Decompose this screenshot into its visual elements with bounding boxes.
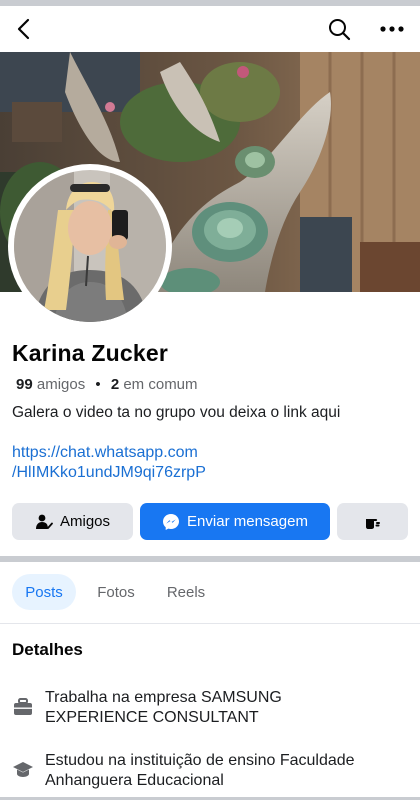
bio-link-line-2[interactable]: /HlIMKko1undJM9qi76zrpP	[12, 463, 206, 483]
separator-dot: •	[95, 376, 101, 393]
friends-summary[interactable]: 99 amigos • 2 em comum	[16, 376, 198, 393]
work-line-2: EXPERIENCE CONSULTANT	[45, 709, 259, 726]
tab-fotos[interactable]: Fotos	[86, 574, 146, 610]
education-line-1: Estudou na instituição de ensino Faculda…	[45, 752, 355, 769]
wave-button[interactable]	[337, 503, 408, 540]
mutual-friends-count: 2	[110, 376, 120, 393]
bio-link-line-1[interactable]: https://chat.whatsapp.com	[12, 443, 206, 463]
friends-button-label: Amigos	[59, 513, 111, 530]
profile-avatar[interactable]	[14, 170, 166, 322]
send-message-label: Enviar mensagem	[187, 513, 308, 530]
work-line-1: Trabalha na empresa SAMSUNG	[45, 689, 282, 706]
bio-link[interactable]: https://chat.whatsapp.com /HlIMKko1undJM…	[12, 443, 206, 483]
detail-work: Trabalha na empresa SAMSUNG EXPERIENCE C…	[12, 688, 412, 732]
profile-tabs: Posts Fotos Reels	[0, 562, 420, 624]
friends-count: 99	[16, 376, 33, 393]
top-navigation-bar	[0, 6, 420, 52]
tab-reels[interactable]: Reels	[156, 574, 216, 610]
mutual-friends-label: em comum	[123, 376, 198, 393]
back-arrow-icon[interactable]	[12, 16, 38, 42]
detail-education: Estudou na instituição de ensino Faculda…	[12, 751, 412, 795]
more-horizontal-icon[interactable]	[378, 16, 406, 42]
briefcase-icon	[14, 698, 32, 715]
details-heading: Detalhes	[12, 640, 83, 659]
friends-label: amigos	[36, 376, 86, 393]
search-icon[interactable]	[326, 16, 352, 42]
messenger-icon	[163, 513, 180, 530]
education-line-2: Anhanguera Educacional	[45, 772, 224, 789]
friend-check-icon	[35, 514, 53, 529]
profile-bio: Galera o video ta no grupo vou deixa o l…	[12, 404, 341, 421]
tab-posts[interactable]: Posts	[12, 574, 76, 610]
profile-name: Karina Zucker	[12, 340, 168, 366]
friends-button[interactable]: Amigos	[12, 503, 133, 540]
graduation-cap-icon	[13, 762, 33, 777]
send-message-button[interactable]: Enviar mensagem	[140, 503, 330, 540]
hand-wave-icon	[365, 518, 380, 529]
